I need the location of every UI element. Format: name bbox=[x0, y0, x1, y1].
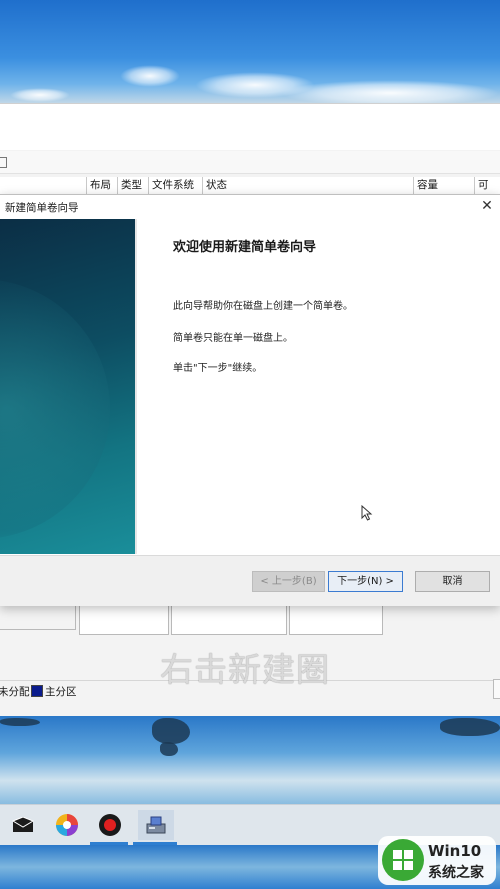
primary-partition-swatch bbox=[31, 685, 43, 697]
column-header-capacity[interactable]: 容量 bbox=[413, 177, 473, 194]
wizard-footer: < 上一步(B) 下一步(N) > 取消 bbox=[0, 555, 500, 606]
wizard-title-bar[interactable]: 新建简单卷向导 ✕ bbox=[0, 195, 500, 217]
wizard-note: 简单卷只能在单一磁盘上。 bbox=[173, 333, 293, 344]
column-header-status[interactable]: 状态 bbox=[202, 177, 412, 194]
toolbar bbox=[0, 151, 500, 174]
legend-primary-label: 主分区 bbox=[45, 686, 77, 698]
wizard-side-banner bbox=[0, 219, 135, 554]
volume-list-header: 布局 类型 文件系统 状态 容量 可 bbox=[0, 177, 500, 195]
mail-icon[interactable] bbox=[8, 810, 38, 840]
video-subtitle: 右击新建圈 bbox=[160, 650, 330, 689]
legend-unallocated-label: 未分配 bbox=[0, 686, 30, 698]
cancel-button[interactable]: 取消 bbox=[415, 571, 490, 592]
rock bbox=[160, 742, 178, 756]
wizard-title: 新建简单卷向导 bbox=[5, 202, 79, 214]
wizard-instruction: 单击"下一步"继续。 bbox=[173, 363, 263, 374]
next-button[interactable]: 下一步(N) > bbox=[328, 571, 403, 592]
new-simple-volume-wizard: 新建简单卷向导 ✕ 欢迎使用新建简单卷向导 此向导帮助你在磁盘上创建一个简单卷。… bbox=[0, 194, 500, 606]
site-watermark: Win10 系统之家 bbox=[378, 836, 496, 885]
banner-glow bbox=[0, 279, 110, 539]
color-wheel-icon[interactable] bbox=[52, 810, 82, 840]
back-button[interactable]: < 上一步(B) bbox=[252, 571, 325, 592]
wizard-content: 欢迎使用新建简单卷向导 此向导帮助你在磁盘上创建一个简单卷。 简单卷只能在单一磁… bbox=[137, 219, 500, 554]
wizard-heading: 欢迎使用新建简单卷向导 bbox=[173, 240, 317, 255]
column-header-layout[interactable]: 布局 bbox=[86, 177, 117, 194]
watermark-line1: Win10 bbox=[428, 842, 482, 860]
record-icon[interactable] bbox=[95, 810, 125, 840]
rock bbox=[152, 718, 190, 744]
watermark-line2: 系统之家 bbox=[428, 865, 484, 881]
column-header-filesystem[interactable]: 文件系统 bbox=[148, 177, 202, 194]
close-icon[interactable]: ✕ bbox=[478, 197, 496, 215]
windows-logo-icon bbox=[382, 839, 424, 881]
mouse-cursor-icon bbox=[361, 505, 373, 521]
column-header-free[interactable]: 可 bbox=[474, 177, 500, 194]
column-header-type[interactable]: 类型 bbox=[117, 177, 147, 194]
disk-management-icon[interactable] bbox=[138, 810, 174, 840]
rock bbox=[0, 718, 40, 726]
cloud bbox=[120, 65, 180, 87]
wizard-description: 此向导帮助你在磁盘上创建一个简单卷。 bbox=[173, 301, 353, 312]
scrollbar[interactable] bbox=[493, 679, 500, 699]
cloud bbox=[10, 88, 70, 102]
window-top-area bbox=[0, 104, 500, 150]
rock bbox=[440, 718, 500, 736]
toolbar-button[interactable] bbox=[0, 157, 7, 168]
desktop-sea-background bbox=[0, 716, 500, 808]
